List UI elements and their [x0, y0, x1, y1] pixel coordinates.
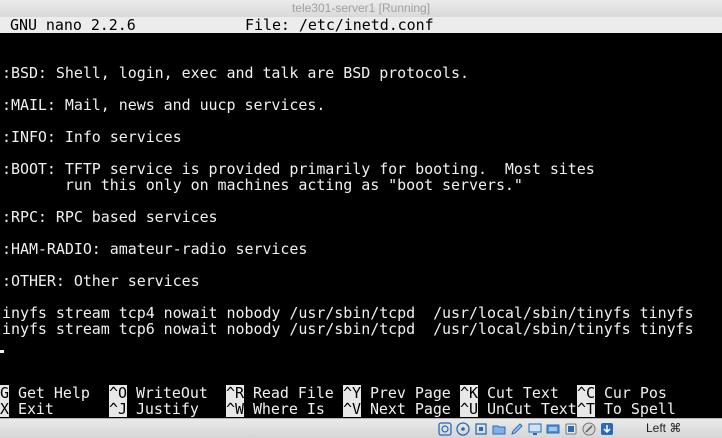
- config-line: :MAIL: Mail, news and uucp services.: [2, 96, 326, 114]
- shortcut-cut-text[interactable]: ^K Cut Text: [460, 385, 559, 401]
- config-line: inyfs stream tcp4 nowait nobody /usr/sbi…: [2, 304, 694, 322]
- statusbar-icons: [437, 421, 614, 436]
- config-line: run this only on machines acting as "boo…: [2, 176, 523, 194]
- window-title: tele301-server1 [Running]: [291, 1, 431, 15]
- shortcut-uncut-text[interactable]: ^U UnCut Text: [460, 401, 577, 417]
- shortcut-writeout[interactable]: ^O WriteOut: [109, 385, 208, 401]
- shortcut-prev-page[interactable]: ^Y Prev Page: [343, 385, 451, 401]
- config-line: :RPC: RPC based services: [2, 208, 218, 226]
- config-line: :BSD: Shell, login, exec and talk are BS…: [2, 64, 470, 82]
- config-line: inyfs stream tcp6 nowait nobody /usr/sbi…: [2, 320, 694, 338]
- config-line: :INFO: Info services: [2, 128, 182, 146]
- pencil-icon[interactable]: [509, 421, 524, 436]
- video-capture-icon[interactable]: [563, 421, 578, 436]
- config-line: :BOOT: TFTP service is provided primaril…: [2, 160, 595, 178]
- cd-icon[interactable]: [437, 421, 452, 436]
- display-icon[interactable]: [527, 421, 542, 436]
- shortcut-cur-pos[interactable]: ^C Cur Pos: [577, 385, 667, 401]
- mouse-integration-icon[interactable]: [581, 421, 596, 436]
- config-line: :OTHER: Other services: [2, 272, 200, 290]
- usb-icon[interactable]: [473, 421, 488, 436]
- optical-icon[interactable]: [455, 421, 470, 436]
- shortcut-read-file[interactable]: ^R Read File: [226, 385, 334, 401]
- nano-version: GNU nano 2.2.6: [10, 16, 136, 34]
- text-cursor: [0, 350, 4, 353]
- shortcut-next-page[interactable]: ^V Next Page: [343, 401, 451, 417]
- nano-header: GNU nano 2.2.6 File: /etc/inetd.conf: [0, 17, 722, 33]
- terminal[interactable]: GNU nano 2.2.6 File: /etc/inetd.conf :BS…: [0, 17, 722, 417]
- nano-filename: File: /etc/inetd.conf: [245, 16, 434, 34]
- shortcut-get-help[interactable]: G Get Help: [0, 385, 90, 401]
- shortcut-exit[interactable]: X Exit: [0, 401, 54, 417]
- shortcut-justify[interactable]: ^J Justify: [109, 401, 199, 417]
- shortcut-where-is[interactable]: ^W Where Is: [226, 401, 325, 417]
- vm-statusbar: Left ⌘: [0, 418, 722, 438]
- nano-shortcut-bar: G Get Help ^O WriteOut ^R Read File ^Y P…: [0, 385, 722, 417]
- shared-folder-icon[interactable]: [491, 421, 506, 436]
- shortcut-to-spell[interactable]: ^T To Spell: [577, 401, 676, 417]
- host-key-label: Left ⌘: [646, 421, 682, 435]
- download-icon[interactable]: [599, 421, 614, 436]
- config-line: :HAM-RADIO: amateur-radio services: [2, 240, 308, 258]
- network-icon[interactable]: [545, 421, 560, 436]
